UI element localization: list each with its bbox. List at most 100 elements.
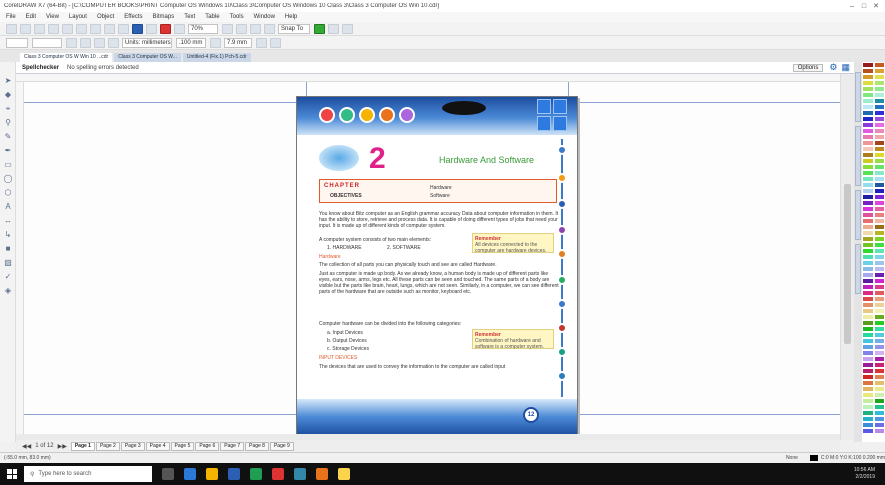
page-tab[interactable]: Page 6	[195, 441, 220, 451]
firefox-taskbar-icon[interactable]	[316, 468, 328, 480]
spellchecker-options-button[interactable]: Options	[792, 63, 824, 72]
eyedropper-tool-icon[interactable]: ✓	[3, 272, 13, 282]
chrome-taskbar-icon[interactable]	[272, 468, 284, 480]
export-icon[interactable]	[160, 23, 171, 34]
new-document-icon[interactable]	[6, 23, 17, 34]
coreldraw-taskbar-icon[interactable]	[294, 468, 306, 480]
full-screen-icon[interactable]	[222, 23, 233, 34]
print-icon[interactable]	[48, 23, 59, 34]
drop-shadow-icon[interactable]: ■	[3, 244, 13, 254]
menu-tools[interactable]: Tools	[230, 14, 244, 20]
minimize-icon[interactable]: –	[847, 3, 857, 10]
snap-to-select[interactable]: Snap To	[278, 23, 310, 34]
page-tab[interactable]: Page 5	[170, 441, 195, 451]
page-tab[interactable]: Page 7	[220, 441, 245, 451]
grid-view-icon[interactable]: ▦	[841, 62, 850, 73]
connector-tool-icon[interactable]: ↳	[3, 230, 13, 240]
options-page-icon[interactable]	[270, 37, 281, 48]
docker-tab-hints[interactable]	[855, 72, 861, 122]
interactive-fill-icon[interactable]: ◈	[3, 286, 13, 296]
show-grid-icon[interactable]	[250, 23, 261, 34]
freehand-tool-icon[interactable]: ✎	[3, 132, 13, 142]
app-taskbar-icon[interactable]	[338, 468, 350, 480]
page-tab[interactable]: Page 8	[245, 441, 269, 451]
menu-help[interactable]: Help	[285, 14, 297, 20]
pick-tool-icon[interactable]: ➤	[3, 76, 13, 86]
close-icon[interactable]: ✕	[871, 2, 881, 10]
menu-bitmaps[interactable]: Bitmaps	[153, 14, 175, 20]
start-button[interactable]	[0, 463, 24, 485]
parallel-dimension-icon[interactable]: ↔	[3, 216, 13, 226]
doc-tab-3[interactable]: Untitled-4 (Fix.1) Pch-5.cdr	[182, 53, 251, 62]
document-page[interactable]: 2 Hardware And Software CHAPTER OBJECTIV…	[296, 96, 578, 436]
docker-tab-properties[interactable]	[855, 190, 861, 240]
crop-tool-icon[interactable]: ⌖	[3, 104, 13, 114]
menu-layout[interactable]: Layout	[69, 14, 87, 20]
palette-swatch[interactable]	[873, 428, 885, 434]
menu-table[interactable]: Table	[205, 14, 219, 20]
page-width-field[interactable]	[32, 37, 62, 48]
page-tab[interactable]: Page 1	[70, 441, 95, 451]
show-rulers-icon[interactable]	[236, 23, 247, 34]
duplicate-distance-icon[interactable]	[210, 37, 221, 48]
cut-icon[interactable]	[62, 23, 73, 34]
menu-window[interactable]: Window	[254, 14, 275, 20]
text-tool-icon[interactable]: A	[3, 202, 13, 212]
vertical-ruler[interactable]	[16, 82, 24, 440]
first-page-icon[interactable]: ◀◀	[22, 443, 31, 450]
vertical-scrollbar[interactable]	[840, 74, 854, 440]
page-tab[interactable]: Page 3	[120, 441, 145, 451]
outline-status[interactable]: C:0 M:0 Y:0 K:100 0.200 mm	[821, 455, 885, 461]
menu-view[interactable]: View	[46, 14, 59, 20]
units-select[interactable]: Units: millimeters	[122, 37, 172, 48]
landscape-icon[interactable]	[80, 37, 91, 48]
zoom-tool-icon[interactable]: ⚲	[3, 118, 13, 128]
ellipse-tool-icon[interactable]: ◯	[3, 174, 13, 184]
system-clock[interactable]: 10:56 AM 2/2/2019	[854, 467, 875, 481]
all-pages-icon[interactable]	[94, 37, 105, 48]
save-icon[interactable]	[34, 23, 45, 34]
horizontal-ruler[interactable]	[16, 74, 840, 82]
docker-tab-object-manager[interactable]	[855, 126, 861, 186]
size-field[interactable]: 7.9 mm	[224, 37, 252, 48]
menu-edit[interactable]: Edit	[26, 14, 36, 20]
page-tab[interactable]: Page 4	[145, 441, 170, 451]
file-explorer-icon[interactable]	[206, 468, 218, 480]
docker-tab-text[interactable]	[855, 244, 861, 294]
import-icon[interactable]	[146, 23, 157, 34]
scrollbar-thumb[interactable]	[844, 184, 851, 344]
page-size-select[interactable]	[6, 37, 28, 48]
search-content-icon[interactable]	[132, 23, 143, 34]
transparency-tool-icon[interactable]: ▧	[3, 258, 13, 268]
show-guidelines-icon[interactable]	[264, 23, 275, 34]
redo-icon[interactable]	[118, 23, 129, 34]
shape-tool-icon[interactable]: ◆	[3, 90, 13, 100]
drawing-canvas[interactable]: 2 Hardware And Software CHAPTER OBJECTIV…	[16, 74, 840, 440]
open-icon[interactable]	[20, 23, 31, 34]
rectangle-tool-icon[interactable]: ▭	[3, 160, 13, 170]
page-tab[interactable]: Page 2	[95, 441, 120, 451]
publish-pdf-icon[interactable]	[174, 23, 185, 34]
treat-as-filled-icon[interactable]	[256, 37, 267, 48]
task-view-icon[interactable]	[162, 468, 174, 480]
maximize-icon[interactable]: □	[859, 3, 869, 10]
undo-icon[interactable]	[104, 23, 115, 34]
last-page-icon[interactable]: ▶▶	[58, 443, 67, 450]
color-palette[interactable]	[862, 62, 885, 442]
edge-icon[interactable]	[184, 468, 196, 480]
polygon-tool-icon[interactable]: ⬡	[3, 188, 13, 198]
page-tab[interactable]: Page 9	[269, 441, 294, 451]
copy-icon[interactable]	[76, 23, 87, 34]
excel-icon[interactable]	[250, 468, 262, 480]
fill-status[interactable]: None	[786, 455, 798, 461]
palette-swatch[interactable]	[862, 428, 874, 434]
menu-file[interactable]: File	[6, 14, 16, 20]
word-icon[interactable]	[228, 468, 240, 480]
paste-icon[interactable]	[90, 23, 101, 34]
menu-object[interactable]: Object	[97, 14, 114, 20]
taskbar-search-box[interactable]: ⚲ Type here to search	[24, 466, 152, 482]
nudge-distance-field[interactable]: .100 mm	[176, 37, 206, 48]
current-page-icon[interactable]	[108, 37, 119, 48]
launch-icon[interactable]	[328, 23, 339, 34]
menu-text[interactable]: Text	[184, 14, 195, 20]
